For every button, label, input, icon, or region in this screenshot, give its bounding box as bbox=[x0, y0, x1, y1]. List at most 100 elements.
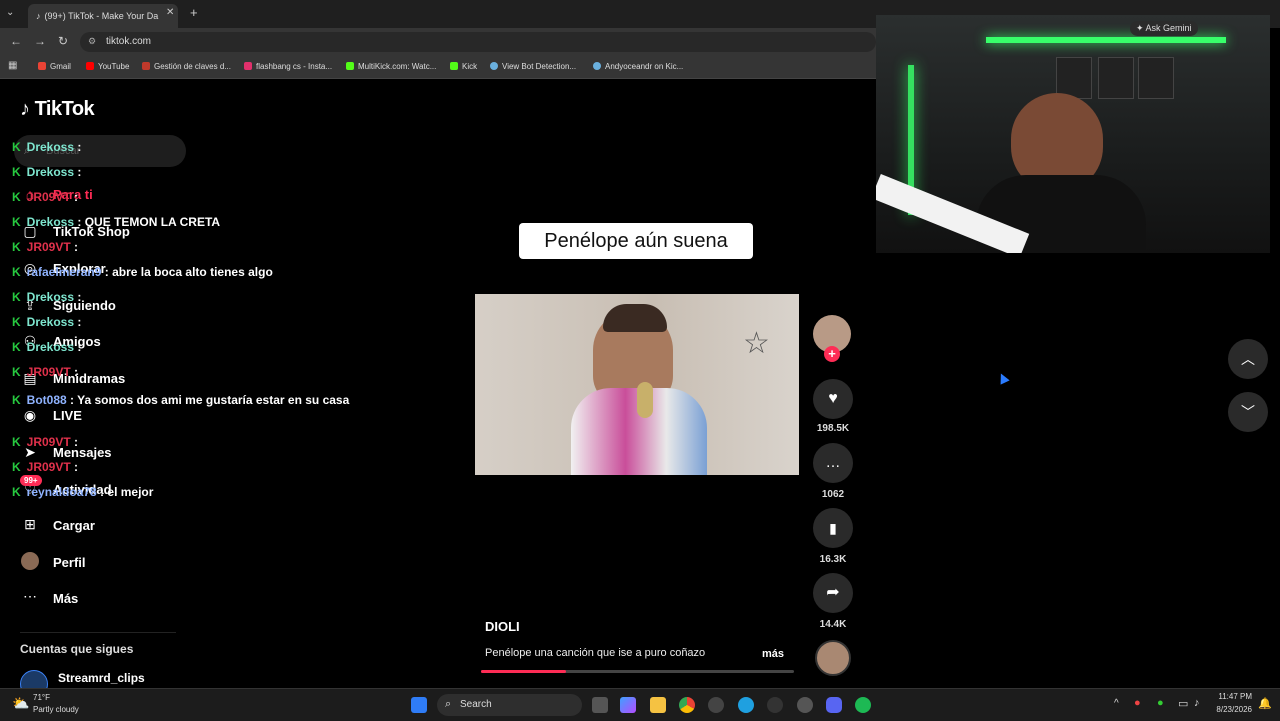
kick-badge-icon: K bbox=[12, 365, 21, 379]
gemini-icon: ✦ bbox=[1136, 23, 1146, 33]
chevron-up-icon[interactable]: ^ bbox=[1114, 698, 1119, 709]
music-disc-avatar[interactable] bbox=[815, 640, 851, 676]
video-progress-track[interactable] bbox=[481, 670, 794, 673]
following-account[interactable]: Streamrd_clips bbox=[58, 671, 145, 685]
forward-icon[interactable]: → bbox=[34, 34, 46, 48]
notification-bell-icon[interactable]: 🔔 bbox=[1258, 697, 1272, 710]
chat-separator: : bbox=[74, 340, 82, 354]
kick-badge-icon: K bbox=[12, 315, 21, 329]
chat-username: reynaldoa78 bbox=[26, 485, 97, 499]
video-author[interactable]: DIOLI bbox=[485, 619, 520, 634]
chat-username: JR09VT bbox=[26, 190, 71, 204]
chat-message: Kreynaldoa78 : el mejor bbox=[12, 485, 153, 499]
video-player[interactable]: ☆ bbox=[475, 294, 799, 475]
browser-tab[interactable]: ♪ (99+) TikTok - Make Your Da bbox=[28, 4, 178, 28]
bookmark-youtube[interactable]: YouTube bbox=[86, 62, 129, 71]
tab-search-icon[interactable]: ⌄ bbox=[6, 7, 14, 18]
chat-text: Ya somos dos ami me gustaría estar en su… bbox=[77, 393, 350, 407]
settings-icon[interactable] bbox=[797, 697, 813, 713]
ask-gemini-button[interactable]: ✦ Ask Gemini bbox=[1130, 21, 1198, 36]
sidebar-item-perfil[interactable]: Perfil bbox=[53, 555, 86, 570]
chat-text: abre la boca alto tienes algo bbox=[112, 265, 273, 279]
clock-time[interactable]: 11:47 PM bbox=[1216, 692, 1252, 701]
reload-icon[interactable]: ↻ bbox=[58, 34, 68, 48]
copilot-icon[interactable] bbox=[620, 697, 636, 713]
chat-username: Drekoss bbox=[26, 165, 75, 179]
address-bar[interactable]: tiktok.com bbox=[80, 32, 876, 52]
chat-separator: : bbox=[70, 435, 79, 449]
file-explorer-icon[interactable] bbox=[650, 697, 666, 713]
chat-message: K Drekoss : QUE TEMON LA CRETA bbox=[12, 215, 220, 229]
weather-temp[interactable]: 71°F bbox=[33, 693, 50, 702]
previous-video-button[interactable]: ︿ bbox=[1228, 339, 1268, 379]
clock-date[interactable]: 8/23/2026 bbox=[1212, 705, 1252, 714]
follow-plus-icon[interactable]: + bbox=[824, 346, 840, 362]
url-text: tiktok.com bbox=[106, 36, 152, 47]
app-icon[interactable] bbox=[708, 697, 724, 713]
edge-icon[interactable] bbox=[738, 697, 754, 713]
kick-badge-icon: K bbox=[12, 240, 21, 254]
apps-icon[interactable]: ▦ bbox=[8, 60, 17, 71]
bookmark-kick[interactable]: Kick bbox=[450, 62, 477, 71]
bookmark-view-bot[interactable]: View Bot Detection... bbox=[490, 62, 576, 71]
chat-message: Krafaelmeran9 : abre la boca alto tienes… bbox=[12, 265, 273, 279]
chat-username: Drekoss bbox=[26, 215, 75, 229]
weather-desc[interactable]: Partly cloudy bbox=[33, 705, 79, 714]
watermark-logo: ☆ bbox=[743, 327, 770, 360]
tray-app-icon[interactable]: ● bbox=[1134, 697, 1141, 709]
bookmark-icon: ▮ bbox=[829, 520, 837, 536]
bookmarks-bar: ▦ Gmail YouTube Gestión de claves d... f… bbox=[0, 56, 876, 79]
video-person-hair bbox=[603, 304, 667, 332]
tiktok-logo[interactable]: ♪ TikTok bbox=[20, 98, 95, 121]
back-icon[interactable]: ← bbox=[10, 34, 22, 48]
discord-icon[interactable] bbox=[826, 697, 842, 713]
start-windows-icon[interactable] bbox=[411, 697, 427, 713]
task-view-icon[interactable] bbox=[592, 697, 608, 713]
save-button[interactable]: ▮ bbox=[813, 508, 853, 548]
taskbar-search[interactable]: ⌕ Search bbox=[437, 694, 582, 716]
taskbar-search-label: Search bbox=[460, 699, 492, 710]
app-icon[interactable] bbox=[767, 697, 783, 713]
kick-badge-icon: K bbox=[12, 435, 21, 449]
kick-badge-icon: K bbox=[12, 265, 21, 279]
youtube-icon bbox=[86, 62, 94, 70]
chat-message: K Drekoss : bbox=[12, 140, 81, 154]
close-tab-icon[interactable]: ✕ bbox=[166, 7, 174, 18]
sidebar-item-cargar[interactable]: Cargar bbox=[53, 518, 95, 533]
network-icon[interactable]: ▭ bbox=[1178, 697, 1188, 710]
webcam-overlay: ✦ Ask Gemini bbox=[876, 15, 1270, 253]
chat-separator: : bbox=[96, 485, 108, 499]
bookmark-gmail[interactable]: Gmail bbox=[38, 62, 71, 71]
sidebar-item-live[interactable]: LIVE bbox=[53, 408, 82, 423]
microphone-icon bbox=[637, 382, 653, 418]
bookmark-multikick[interactable]: MultiKick.com: Watc... bbox=[346, 62, 436, 71]
bookmark-gestion[interactable]: Gestión de claves d... bbox=[142, 62, 231, 71]
taskbar: ⛅ 71°F Partly cloudy ⌕ Search ^ ● ● ▭ ♪ … bbox=[0, 688, 1280, 721]
comment-button[interactable]: … bbox=[813, 443, 853, 483]
bookmark-andyoceandr[interactable]: Andyoceandr on Kic... bbox=[593, 62, 683, 71]
sidebar-item-mas[interactable]: Más bbox=[53, 591, 78, 606]
video-progress-fill bbox=[481, 670, 566, 673]
share-button[interactable]: ➦ bbox=[813, 573, 853, 613]
video-description: Penélope una canción que ise a puro coña… bbox=[485, 647, 706, 659]
volume-icon[interactable]: ♪ bbox=[1194, 697, 1200, 709]
chrome-icon[interactable] bbox=[679, 697, 695, 713]
chat-message: K JR09VT : bbox=[12, 365, 78, 379]
led-light-bar bbox=[986, 37, 1226, 43]
more-link[interactable]: más bbox=[762, 648, 784, 660]
tiktok-favicon-icon: ♪ bbox=[36, 11, 41, 21]
tiktok-note-icon: ♪ bbox=[20, 98, 30, 120]
bookmark-flashbang[interactable]: flashbang cs - Insta... bbox=[244, 62, 332, 71]
microphone-icon[interactable]: ● bbox=[1157, 697, 1164, 709]
spotify-icon[interactable] bbox=[855, 697, 871, 713]
chat-username: JR09VT bbox=[26, 435, 71, 449]
comment-icon: … bbox=[825, 454, 841, 471]
like-button[interactable]: ♥ bbox=[813, 379, 853, 419]
chat-message: K Drekoss : bbox=[12, 315, 81, 329]
new-tab-icon[interactable]: + bbox=[190, 5, 198, 20]
site-info-icon[interactable]: ⚙ bbox=[88, 36, 96, 47]
kick-badge-icon: K bbox=[12, 190, 21, 204]
next-video-button[interactable]: ﹀ bbox=[1228, 392, 1268, 432]
share-count: 14.4K bbox=[819, 619, 847, 630]
chat-message: K Drekoss : bbox=[12, 340, 81, 354]
